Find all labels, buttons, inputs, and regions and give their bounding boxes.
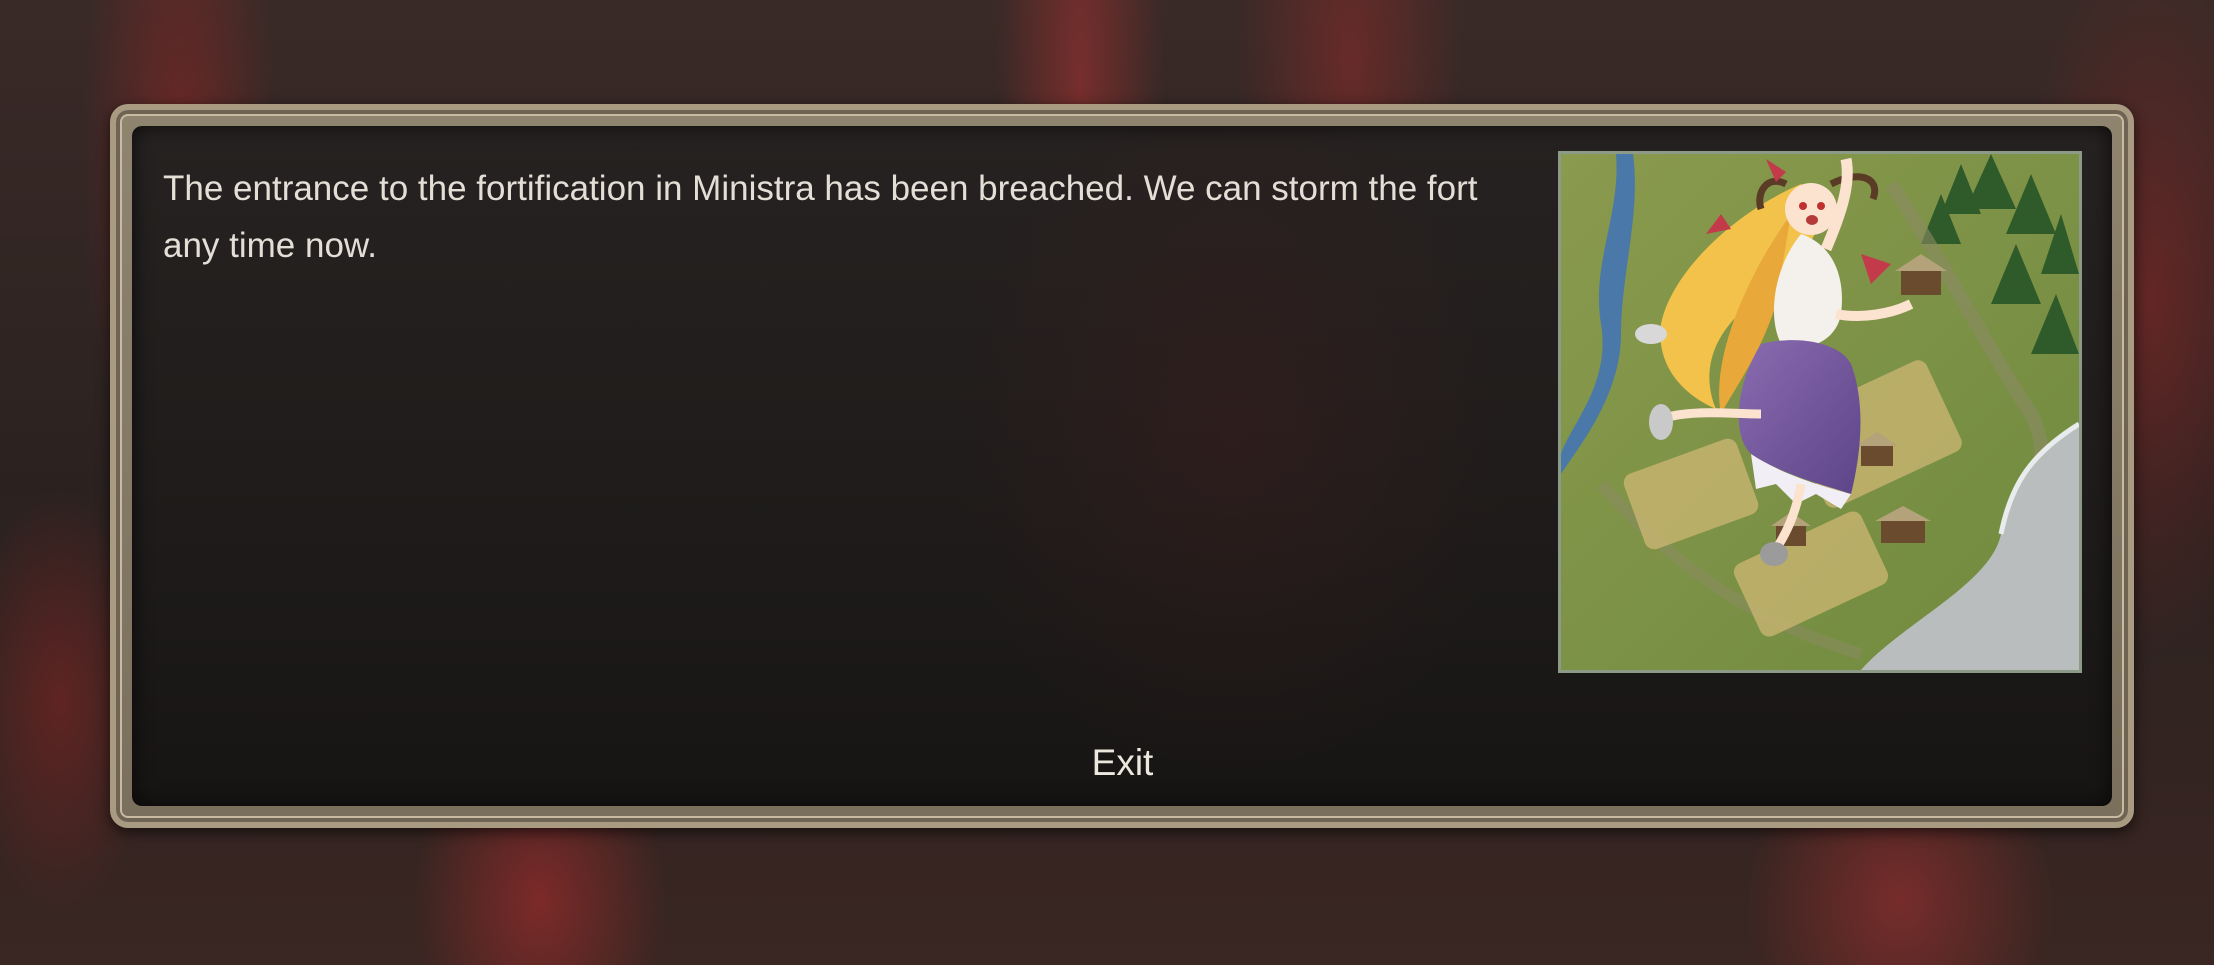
event-message: The entrance to the fortification in Min…: [163, 169, 1478, 265]
event-illustration-art: [1561, 154, 2079, 670]
exit-button[interactable]: Exit: [1050, 735, 1195, 791]
event-illustration: [1558, 151, 2082, 673]
